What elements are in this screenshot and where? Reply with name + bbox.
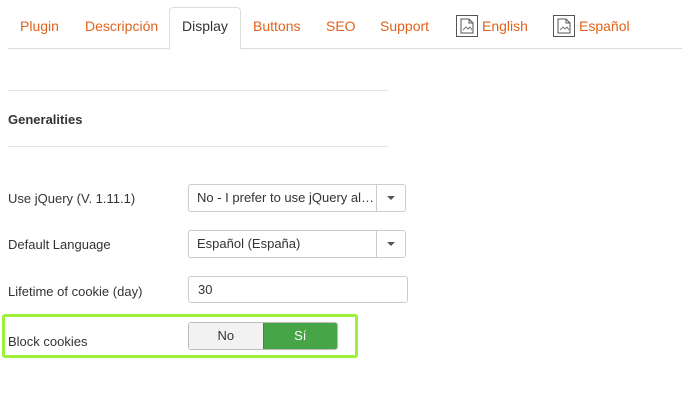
tab-bar: Plugin Descripción Display Buttons SEO S… (0, 0, 682, 50)
flag-image-icon (553, 14, 575, 37)
block-cookies-yes-button[interactable]: Sí (262, 323, 337, 349)
language-select-value: Español (España) (197, 236, 301, 251)
lifetime-input[interactable] (188, 276, 408, 303)
language-label: Default Language (8, 237, 111, 252)
section-divider-top (8, 90, 388, 91)
tab-buttons[interactable]: Buttons (253, 8, 300, 48)
section-title: Generalities (8, 112, 83, 127)
chevron-down-icon (387, 196, 395, 200)
block-cookies-no-button[interactable]: No (189, 323, 263, 349)
language-dropdown-toggle[interactable] (376, 231, 405, 257)
tab-plugin[interactable]: Plugin (20, 8, 59, 48)
tab-english-label: English (482, 18, 528, 34)
tab-english[interactable]: English (456, 8, 528, 48)
tab-bar-divider (8, 48, 682, 49)
tab-support[interactable]: Support (380, 8, 429, 48)
tab-espanol[interactable]: Español (553, 8, 630, 48)
tab-descripcion[interactable]: Descripción (85, 8, 158, 48)
section-divider-bottom (8, 146, 388, 147)
block-cookies-label: Block cookies (8, 334, 88, 349)
flag-image-icon (456, 14, 478, 37)
block-cookies-toggle: No Sí (188, 322, 338, 350)
language-select[interactable]: Español (España) (188, 230, 406, 258)
jquery-dropdown-toggle[interactable] (376, 185, 405, 211)
jquery-select[interactable]: No - I prefer to use jQuery already load… (188, 184, 406, 212)
lifetime-label: Lifetime of cookie (day) (8, 284, 143, 299)
tab-seo[interactable]: SEO (326, 8, 356, 48)
tab-display[interactable]: Display (169, 7, 241, 50)
chevron-down-icon (387, 242, 395, 246)
tab-espanol-label: Español (579, 18, 630, 34)
jquery-label: Use jQuery (V. 1.11.1) (8, 191, 136, 206)
jquery-select-value: No - I prefer to use jQuery already load… (197, 190, 377, 205)
